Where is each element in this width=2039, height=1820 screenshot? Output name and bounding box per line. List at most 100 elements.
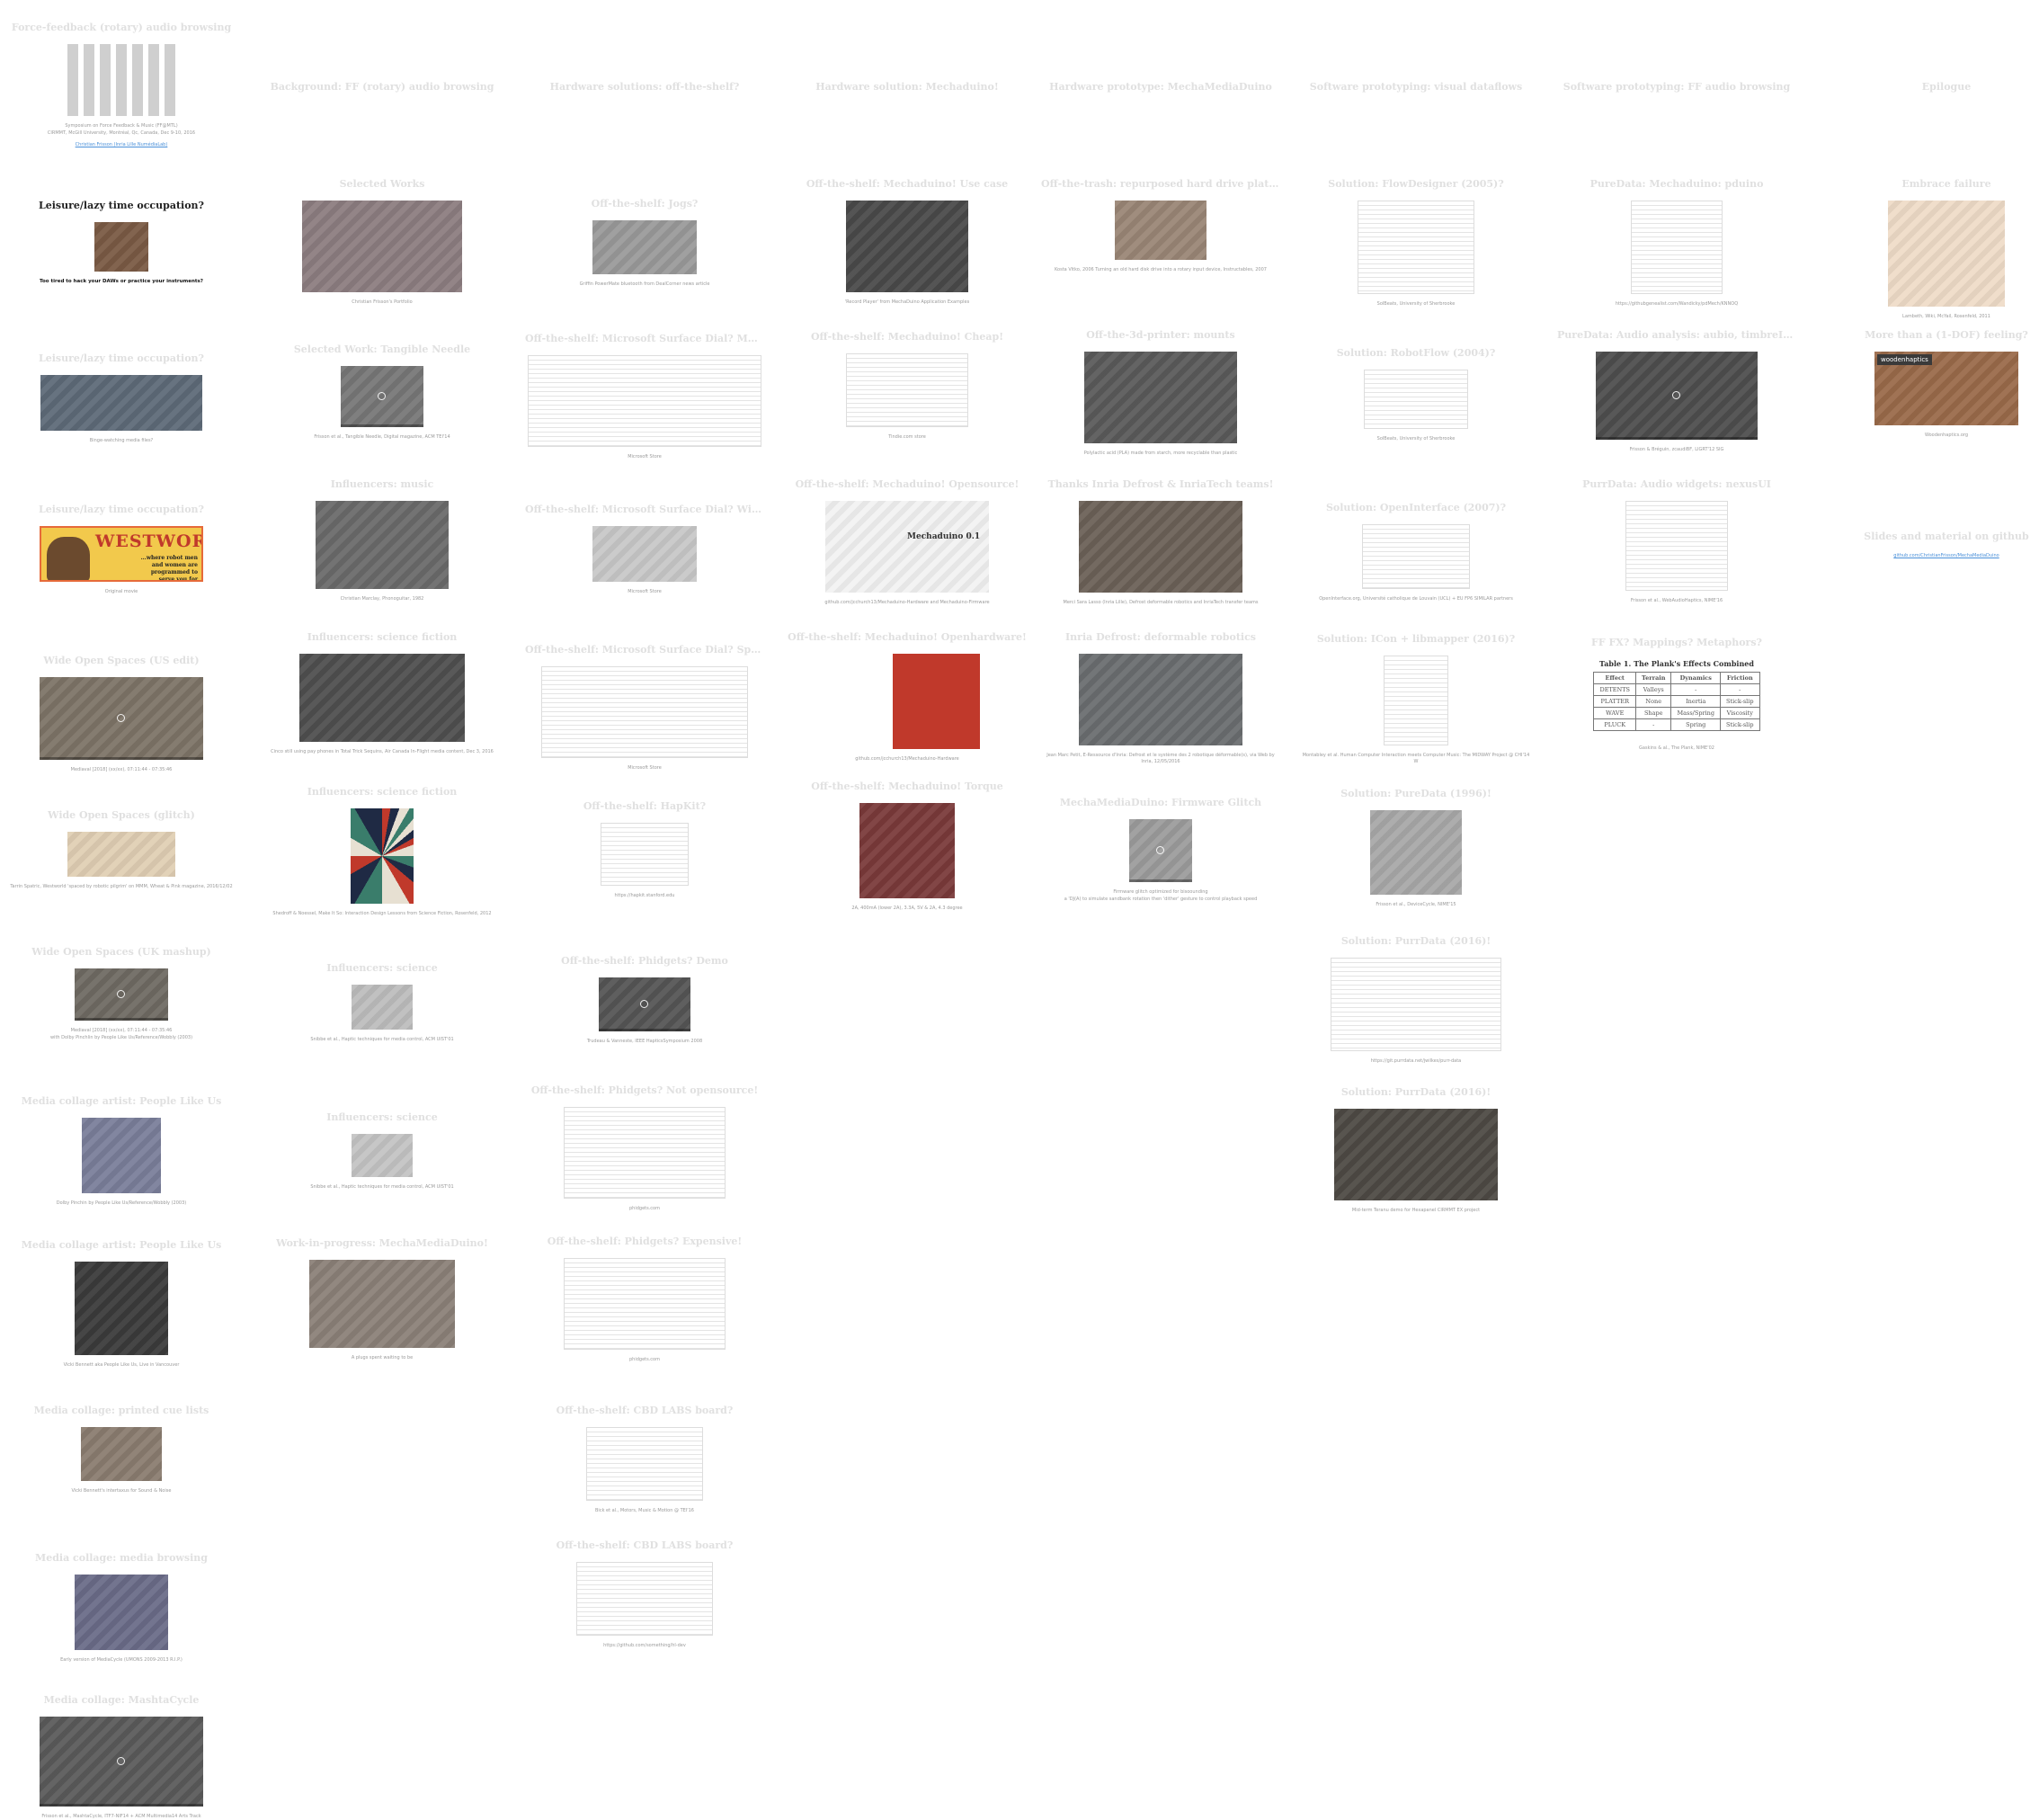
slide-wide-open-spaces-glitch[interactable]: Wide Open Spaces (glitch) Tarrin Spatric,…	[0, 809, 243, 890]
slide-thumbnail[interactable]	[576, 1562, 713, 1636]
slide-ff-fx-mappings-metaphors[interactable]: FF FX? Mappings? Metaphors? Table 1. The …	[1555, 637, 1798, 752]
slide-thumbnail[interactable]	[859, 803, 955, 898]
slide-thumbnail[interactable]	[299, 654, 465, 742]
slide-solution-robotflow-2004[interactable]: Solution: RobotFlow (2004)? SolBeats, Uni…	[1295, 347, 1537, 442]
slide-thumbnail[interactable]	[351, 808, 414, 904]
play-icon[interactable]	[117, 714, 125, 722]
slide-off-the-3d-printer-mounts[interactable]: Off-the-3d-printer: mounts Polylactic aci…	[1039, 329, 1282, 457]
video-progress-bar[interactable]	[1596, 437, 1758, 440]
slide-off-the-shelf-microsoft-surface-dial-spe[interactable]: Off-the-shelf: Microsoft Surface Dial? S…	[523, 644, 766, 772]
play-icon[interactable]	[1672, 391, 1680, 399]
play-icon[interactable]	[117, 990, 125, 998]
slide-hardware-solution-mechaduino[interactable]: Hardware solution: Mechaduino!	[786, 81, 1028, 103]
slide-influencers-science[interactable]: Influencers: science Snibbe et al., Hapti…	[261, 1111, 503, 1191]
slide-off-the-shelf-microsoft-surface-dial-mon[interactable]: Off-the-shelf: Microsoft Surface Dial? M…	[523, 333, 766, 460]
slide-thumbnail[interactable]	[1334, 1109, 1498, 1200]
slide-off-the-shelf-cbd-labs-board[interactable]: Off-the-shelf: CBD LABS board? Bick et al…	[523, 1405, 766, 1514]
slide-off-the-shelf-mechaduino-openhardware[interactable]: Off-the-shelf: Mechaduino! Openhardware!…	[786, 631, 1028, 763]
slide-solution-purrdata-2016[interactable]: Solution: PurrData (2016)! Mid-term Teran…	[1295, 1086, 1537, 1214]
slide-thumbnail[interactable]	[1358, 201, 1474, 294]
slide-off-the-shelf-phidgets-not-opensource[interactable]: Off-the-shelf: Phidgets? Not opensource!…	[523, 1084, 766, 1212]
slide-thumbnail[interactable]	[846, 353, 968, 427]
video-progress-bar[interactable]	[40, 757, 203, 760]
video-progress-bar[interactable]	[40, 1804, 203, 1807]
slide-solution-puredata-1996[interactable]: Solution: PureData (1996)! Frisson et al.…	[1295, 788, 1537, 908]
slide-thumbnail[interactable]: Mechaduino 0.1	[825, 501, 989, 593]
slide-solution-flowdesigner-2005[interactable]: Solution: FlowDesigner (2005)? SolBeats, …	[1295, 178, 1537, 308]
slide-thumbnail[interactable]	[564, 1258, 726, 1350]
video-progress-bar[interactable]	[599, 1029, 690, 1031]
slide-media-collage-artist-people-like-us[interactable]: Media collage artist: People Like Us Vick…	[0, 1239, 243, 1369]
slide-selected-works[interactable]: Selected Works Christian Frisson's Portfo…	[261, 178, 503, 306]
slide-thumbnail[interactable]	[834, 654, 980, 749]
slide-off-the-shelf-mechaduino-opensource[interactable]: Off-the-shelf: Mechaduino! Opensource! Me…	[786, 478, 1028, 606]
slide-leisure-lazy-time-occupation[interactable]: Leisure/lazy time occupation? Binge-watch…	[0, 352, 243, 444]
slide-influencers-music[interactable]: Influencers: music Christian Marclay, Pho…	[261, 478, 503, 602]
slide-hardware-solutions-off-the-shelf[interactable]: Hardware solutions: off-the-shelf?	[523, 81, 766, 103]
play-icon[interactable]	[117, 1757, 125, 1765]
video-progress-bar[interactable]	[75, 1018, 168, 1021]
slide-off-the-shelf-jogs[interactable]: Off-the-shelf: Jogs? Griffin PowerMate bl…	[523, 198, 766, 288]
slide-thumbnail[interactable]	[75, 1262, 168, 1355]
slide-purrdata-audio-widgets-nexusui[interactable]: PurrData: Audio widgets: nexusUI Frisson …	[1555, 478, 1798, 604]
slide-thumbnail[interactable]	[94, 222, 148, 272]
slide-more-than-a-1-dof-feeling[interactable]: More than a (1-DOF) feeling? woodenhaptic…	[1825, 329, 2039, 439]
slide-hardware-prototype-mechamediaduino[interactable]: Hardware prototype: MechaMediaDuino	[1039, 81, 1282, 103]
slide-leisure-lazy-time-occupation[interactable]: Leisure/lazy time occupation? WESTWORLD..…	[0, 504, 243, 595]
slide-thumbnail[interactable]	[1115, 201, 1206, 260]
slide-media-collage-mashtacycle[interactable]: Media collage: MashtaCycle Frisson et al.…	[0, 1694, 243, 1820]
slide-thumbnail[interactable]	[40, 677, 203, 760]
video-progress-bar[interactable]	[341, 424, 423, 427]
slide-inria-defrost-deformable-robotics[interactable]: Inria Defrost: deformable robotics Jean M…	[1039, 631, 1282, 765]
slide-wide-open-spaces-us-edit[interactable]: Wide Open Spaces (US edit) Mediaval [2018…	[0, 655, 243, 773]
play-icon[interactable]	[640, 1000, 648, 1008]
slide-thumbnail[interactable]: woodenhaptics	[1874, 352, 2018, 425]
slide-media-collage-media-browsing[interactable]: Media collage: media browsing Early versi…	[0, 1552, 243, 1664]
slide-influencers-science[interactable]: Influencers: science Snibbe et al., Hapti…	[261, 962, 503, 1043]
slide-thumbnail[interactable]	[528, 355, 761, 447]
slide-thumbnail[interactable]	[1129, 819, 1192, 882]
slide-influencers-science-fiction[interactable]: Influencers: science fiction Shedroff & N…	[261, 786, 503, 917]
slide-thumbnail[interactable]	[541, 666, 748, 758]
slide-thumbnail[interactable]	[316, 501, 449, 589]
slide-wide-open-spaces-uk-mashup[interactable]: Wide Open Spaces (UK mashup) Mediaval [20…	[0, 946, 243, 1041]
slide-thumbnail[interactable]	[67, 832, 175, 877]
slide-thumbnail[interactable]	[1596, 352, 1758, 440]
slide-off-the-shelf-phidgets-expensive[interactable]: Off-the-shelf: Phidgets? Expensive! phidg…	[523, 1236, 766, 1363]
slide-thumbnail[interactable]	[81, 1427, 162, 1481]
slide-thumbnail[interactable]	[1625, 501, 1728, 591]
slide-thumbnail[interactable]	[1370, 810, 1462, 895]
slide-thumbnail[interactable]	[67, 44, 175, 116]
slide-off-the-trash-repurposed-hard-drive-plat[interactable]: Off-the-trash: repurposed hard drive pla…	[1039, 178, 1282, 273]
slide-thumbnail[interactable]	[592, 526, 697, 582]
slide-off-the-shelf-mechaduino-use-case[interactable]: Off-the-shelf: Mechaduino! Use case 'Reco…	[786, 178, 1028, 306]
slide-epilogue[interactable]: Epilogue	[1825, 81, 2039, 103]
slide-thumbnail[interactable]	[846, 201, 968, 292]
slide-thumbnail[interactable]	[1631, 201, 1723, 294]
slide-solution-purrdata-2016[interactable]: Solution: PurrData (2016)! https://git.pu…	[1295, 935, 1537, 1065]
slide-thumbnail[interactable]	[75, 1575, 168, 1650]
slide-thumbnail[interactable]	[1888, 201, 2005, 307]
slide-thumbnail[interactable]	[564, 1107, 726, 1199]
slide-thumbnail[interactable]	[586, 1427, 703, 1501]
slide-background-ff-rotary-audio-browsing[interactable]: Background: FF (rotary) audio browsing	[261, 81, 503, 103]
slide-solution-icon-libmapper-2016[interactable]: Solution: ICon + libmapper (2016)? Montab…	[1295, 633, 1537, 765]
slide-thumbnail[interactable]: WESTWORLD ...where robot men and women ar…	[40, 526, 203, 582]
slide-thumbnail[interactable]	[1364, 370, 1468, 429]
play-icon[interactable]	[378, 392, 386, 400]
slide-thumbnail[interactable]	[352, 1134, 413, 1177]
slide-off-the-shelf-microsoft-surface-dial-wit[interactable]: Off-the-shelf: Microsoft Surface Dial? W…	[523, 504, 766, 595]
slide-thumbnail[interactable]	[82, 1118, 161, 1193]
slide-software-prototyping-visual-dataflows[interactable]: Software prototyping: visual dataflows	[1295, 81, 1537, 103]
slide-mechamediaduino-firmware-glitch[interactable]: MechaMediaDuino: Firmware Glitch Firmware…	[1039, 797, 1282, 903]
slide-thumbnail[interactable]	[1084, 352, 1237, 443]
slide-solution-openinterface-2007[interactable]: Solution: OpenInterface (2007)? OpenInter…	[1295, 502, 1537, 602]
slide-thumbnail[interactable]	[341, 366, 423, 427]
slide-puredata-mechaduino-pduino[interactable]: PureData: Mechaduino: pduino https://gith…	[1555, 178, 1798, 308]
slide-puredata-audio-analysis-aubio-timbreid[interactable]: PureData: Audio analysis: aubio, timbreI…	[1555, 329, 1798, 453]
slide-thumbnail[interactable]	[75, 968, 168, 1021]
author-link[interactable]: Christian Frisson (Inria Lille NumédiaLa…	[0, 142, 243, 147]
slide-media-collage-printed-cue-lists[interactable]: Media collage: printed cue lists Vicki Be…	[0, 1405, 243, 1494]
slide-influencers-science-fiction[interactable]: Influencers: science fiction Cinco still …	[261, 631, 503, 755]
play-icon[interactable]	[1156, 846, 1164, 854]
